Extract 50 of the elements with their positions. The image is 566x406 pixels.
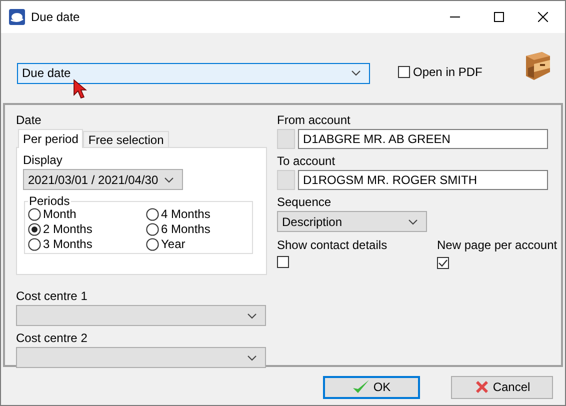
field-label: Cost centre 2 [16,331,88,345]
radio-icon [146,208,159,220]
checkbox-label: New page per account [437,238,558,252]
field-label: Sequence [277,195,332,209]
cross-icon [474,379,490,395]
period-dropdown[interactable]: 2021/03/01 / 2021/04/30 [23,169,183,190]
cancel-button[interactable]: Cancel [451,376,553,398]
close-icon [538,12,548,22]
cursor-icon [73,79,87,99]
radio-button[interactable]: Year [146,237,246,251]
field-label: Display [23,153,64,167]
app-icon [9,9,25,25]
maximize-icon [494,12,504,22]
field-label: From account [277,113,352,127]
lookup-button[interactable] [277,129,295,149]
radio-button[interactable]: 3 Months [28,237,146,251]
ok-button[interactable]: OK [323,376,420,398]
field-label: Cost centre 1 [16,289,88,303]
checkbox-label: Show contact details [277,238,388,252]
radio-button[interactable]: 6 Months [146,222,246,236]
radio-button[interactable]: 4 Months [146,207,246,221]
chevron-icon [247,354,257,360]
cost-centre-dropdown[interactable] [16,305,266,326]
field-label: To account [277,154,336,168]
radio-icon [146,222,159,236]
open-in-pdf-checkbox[interactable]: Open in PDF [398,65,482,79]
account-field[interactable]: D1ROGSM MR. ROGER SMITH [298,170,548,190]
account-field[interactable]: D1ABGRE MR. AB GREEN [298,129,548,149]
window-title: Due date [31,10,81,24]
chevron-icon [351,70,361,76]
checkbox[interactable] [437,257,449,269]
tab[interactable]: Per period [18,129,84,148]
radio-button[interactable]: Month [28,207,146,221]
radio-button[interactable]: 2 Months [28,222,146,236]
check-icon [352,379,370,395]
chevron-icon [408,218,418,224]
radio-icon [146,238,159,250]
cost-centre-dropdown[interactable] [16,347,266,368]
lookup-button[interactable] [277,170,295,190]
report-dropdown[interactable]: Due date [17,62,370,84]
radio-icon [28,208,41,220]
radio-icon [28,238,41,250]
radio-icon [28,222,41,236]
checkbox[interactable] [277,256,289,268]
sequence-dropdown[interactable]: Description [277,211,427,232]
section-label: Date [16,113,42,127]
group-label: Periods [28,195,71,207]
chevron-icon [164,176,174,182]
tab[interactable]: Free selection [83,131,169,147]
chevron-icon [247,312,257,318]
